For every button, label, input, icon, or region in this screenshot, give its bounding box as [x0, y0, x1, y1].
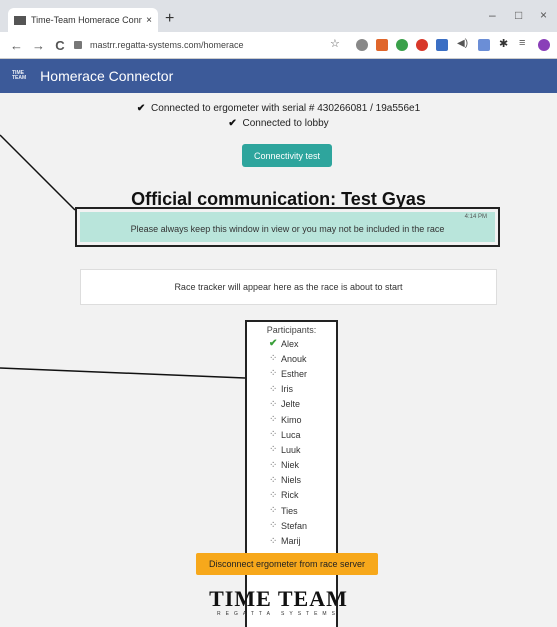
extension-icon[interactable]	[376, 39, 388, 51]
communication-message-panel: 4:14 PM Please always keep this window i…	[80, 212, 495, 242]
lock-icon	[74, 41, 82, 49]
extension-icon[interactable]	[396, 39, 408, 51]
race-tracker-placeholder: Race tracker will appear here as the rac…	[80, 269, 497, 305]
maximize-button[interactable]: □	[515, 8, 522, 22]
check-icon: ✔	[136, 103, 146, 114]
forward-button[interactable]: →	[32, 38, 45, 53]
spinner-icon: ⁘	[269, 383, 278, 395]
browser-tab[interactable]: Time-Team Homerace Conn ×	[8, 8, 158, 32]
spinner-icon: ⁘	[269, 489, 278, 501]
footer-brand: TIME TEAM	[209, 586, 348, 611]
browser-toolbar: ← → C mastrr.regatta-systems.com/homerac…	[0, 32, 557, 59]
star-icon[interactable]: ☆	[330, 37, 342, 50]
address-bar[interactable]: mastrr.regatta-systems.com/homerace	[74, 36, 374, 54]
spinner-icon: ⁘	[269, 505, 278, 517]
extension-icon[interactable]	[478, 39, 490, 51]
participants-title: Participants:	[266, 325, 317, 335]
spinner-icon: ⁘	[269, 535, 278, 547]
back-button[interactable]: ←	[10, 38, 23, 53]
participant-name: Niek	[281, 460, 300, 471]
participant-row: ⁘ Iris	[247, 382, 336, 397]
participant-name: Ties	[281, 505, 298, 516]
spinner-icon: ⁘	[269, 429, 278, 441]
participants-panel: Participants: ✔ Alex ⁘ Anouk ⁘ Esther ⁘ Iris ⁘ Je…	[245, 320, 338, 627]
page-body: ✔ Connected to ergometer with serial # 4…	[0, 93, 557, 627]
participant-name: Rick	[281, 490, 299, 501]
minimize-button[interactable]: –	[489, 8, 496, 22]
participant-row: ⁘ Anouk	[247, 351, 336, 366]
browser-tabbar: Time-Team Homerace Conn × + – □ ×	[0, 0, 557, 32]
time-team-logo[interactable]: TIME TEAM	[12, 71, 26, 81]
communication-box: 4:14 PM Please always keep this window i…	[75, 207, 500, 247]
tab-title: Time-Team Homerace Conn	[31, 15, 143, 25]
message-time: 4:14 PM	[464, 214, 487, 220]
new-tab-button[interactable]: +	[165, 10, 174, 28]
spinner-icon: ⁘	[269, 459, 278, 471]
participant-name: Kimo	[281, 414, 302, 425]
reload-button[interactable]: C	[54, 38, 66, 53]
participant-name: Niels	[281, 475, 302, 486]
speaker-icon[interactable]: ◀)	[457, 38, 469, 50]
participant-row: ⁘ Rick	[247, 488, 336, 503]
lobby-status-text: Connected to lobby	[242, 118, 329, 129]
favicon-icon	[14, 15, 26, 25]
participant-row: ⁘ Niels	[247, 473, 336, 488]
connectivity-test-button[interactable]: Connectivity test	[242, 144, 332, 167]
disconnect-button[interactable]: Disconnect ergometer from race server	[196, 553, 378, 575]
spinner-icon: ⁘	[269, 414, 278, 426]
participant-row: ⁘ Jelte	[247, 397, 336, 412]
participant-name: Stefan	[281, 520, 308, 531]
participant-row: ⁘ Kimo	[247, 412, 336, 427]
participant-row: ⁘ Ties	[247, 503, 336, 518]
extension-icon[interactable]	[416, 39, 428, 51]
ergometer-status: ✔ Connected to ergometer with serial # 4…	[0, 103, 557, 114]
footer-brand-sub: REGATTA SYSTEMS	[217, 611, 340, 617]
ergometer-status-text: Connected to ergometer with serial # 430…	[151, 103, 421, 114]
participant-row: ⁘ Luca	[247, 427, 336, 442]
participant-name: Marij	[281, 536, 301, 547]
spinner-icon: ⁘	[269, 368, 278, 380]
spinner-icon: ⁘	[269, 353, 278, 365]
extension-icon[interactable]	[356, 39, 368, 51]
communication-message: Please always keep this window in view o…	[130, 224, 445, 234]
participant-name: Jelte	[281, 399, 301, 410]
participant-name: Luuk	[281, 444, 301, 455]
spinner-icon: ⁘	[269, 474, 278, 486]
pin-icon[interactable]: ✱	[499, 37, 511, 50]
participant-name: Luca	[281, 429, 301, 440]
participant-row: ⁘ Esther	[247, 366, 336, 381]
check-icon: ✔	[228, 118, 237, 129]
participant-row: ⁘ Marij	[247, 533, 336, 548]
spinner-icon: ⁘	[269, 398, 278, 410]
participant-name: Iris	[281, 384, 293, 395]
tab-close-icon[interactable]: ×	[146, 15, 152, 26]
menu-icon[interactable]: ≡	[519, 37, 531, 49]
participant-name: Esther	[281, 368, 308, 379]
avatar[interactable]	[538, 39, 550, 51]
app-navbar: TIME TEAM Homerace Connector	[0, 59, 557, 93]
spinner-icon: ⁘	[269, 444, 278, 456]
spinner-icon: ⁘	[269, 520, 278, 532]
participant-name: Alex	[281, 338, 299, 349]
participant-row: ⁘ Niek	[247, 458, 336, 473]
participant-row: ⁘ Stefan	[247, 518, 336, 533]
close-window-button[interactable]: ×	[540, 8, 547, 22]
participant-row: ⁘ Luuk	[247, 442, 336, 457]
participant-name: Anouk	[281, 353, 307, 364]
app-title[interactable]: Homerace Connector	[40, 68, 173, 84]
url-text: mastrr.regatta-systems.com/homerace	[90, 40, 244, 50]
extension-icon[interactable]	[436, 39, 448, 51]
lobby-status: ✔ Connected to lobby	[0, 118, 557, 129]
participant-row: ✔ Alex	[247, 336, 336, 351]
check-icon: ✔	[269, 338, 278, 350]
